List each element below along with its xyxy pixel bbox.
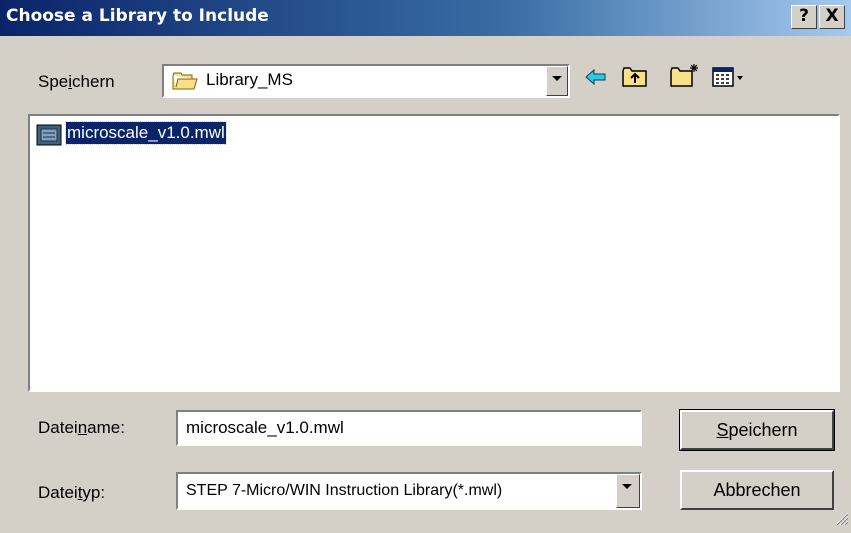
file-list[interactable]: microscale_v1.0.mwl xyxy=(28,114,840,392)
view-menu-icon[interactable] xyxy=(712,66,746,93)
window-title: Choose a Library to Include xyxy=(6,6,269,26)
choose-library-dialog: Choose a Library to Include ? X Speicher… xyxy=(0,0,851,533)
location-dropdown-button[interactable] xyxy=(546,66,568,96)
filetype-dropdown-button[interactable] xyxy=(616,474,640,508)
title-bar[interactable]: Choose a Library to Include ? X xyxy=(0,0,851,36)
location-value: Library_MS xyxy=(206,70,293,89)
new-folder-icon[interactable] xyxy=(670,62,700,93)
filetype-label-pre: Datei xyxy=(38,483,78,502)
filetype-value: STEP 7-Micro/WIN Instruction Library(*.m… xyxy=(186,482,503,499)
filename-label-pre: Datei xyxy=(38,418,78,437)
filetype-label: Dateityp: xyxy=(38,483,105,503)
filename-input[interactable]: microscale_v1.0.mwl xyxy=(176,410,642,446)
filename-value: microscale_v1.0.mwl xyxy=(186,418,344,437)
filetype-label-post: yp: xyxy=(82,483,106,502)
location-label: Speichern xyxy=(38,72,115,92)
filename-label-access: n xyxy=(77,418,88,437)
back-arrow-icon[interactable] xyxy=(584,66,608,93)
location-combobox[interactable]: Library_MS xyxy=(162,64,570,98)
filename-label: Dateiname: xyxy=(38,418,125,438)
close-button[interactable]: X xyxy=(819,5,845,29)
save-button[interactable]: Speichern xyxy=(679,409,835,451)
folder-icon xyxy=(172,71,198,96)
library-file-icon xyxy=(36,124,62,151)
up-folder-icon[interactable] xyxy=(622,66,648,93)
filename-label-post: ame: xyxy=(87,418,125,437)
location-label-post: chern xyxy=(72,72,115,91)
save-button-access: S xyxy=(716,420,729,440)
resize-grip-icon[interactable] xyxy=(833,510,849,531)
help-button[interactable]: ? xyxy=(791,5,817,29)
list-item-label: microscale_v1.0.mwl xyxy=(65,121,227,145)
save-button-label: peichern xyxy=(728,420,798,440)
filetype-select[interactable]: STEP 7-Micro/WIN Instruction Library(*.m… xyxy=(176,472,642,510)
cancel-button[interactable]: Abbrechen xyxy=(680,470,834,510)
location-label-pre: Spe xyxy=(38,72,69,91)
